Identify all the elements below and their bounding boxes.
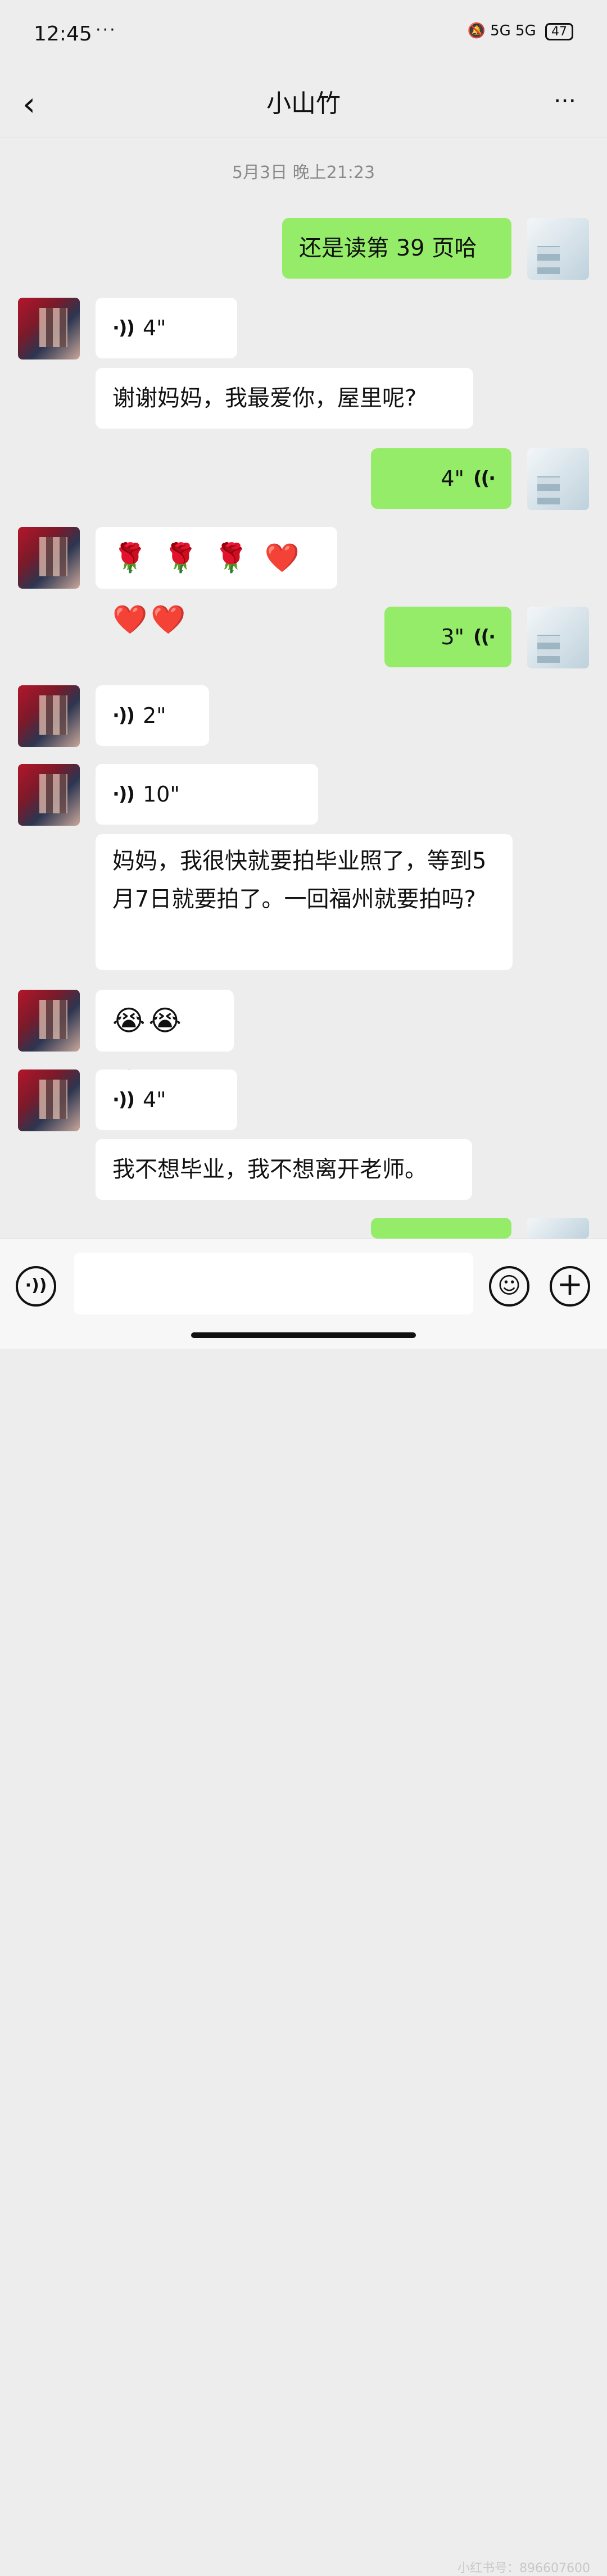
- status-bar: 12:45 ··· 🔕 5G 5G 47: [0, 0, 607, 73]
- voice-input-button[interactable]: ·)): [16, 1266, 56, 1307]
- message-text: 还是读第 39 页哈: [299, 235, 477, 261]
- friend-avatar[interactable]: [18, 990, 80, 1052]
- message-bubble-received[interactable]: 我不想毕业，我不想离开老师。: [96, 1139, 472, 1200]
- voice-message-received[interactable]: ·)) 10": [96, 764, 318, 825]
- message-text: 我不想毕业，我不想离开老师。: [112, 1157, 427, 1182]
- voice-wave-icon: ((·: [473, 467, 496, 490]
- self-avatar[interactable]: [527, 448, 589, 510]
- chat-header: 小山竹 ‹ ···: [0, 73, 607, 138]
- voice-message-received[interactable]: ·)) 2": [96, 685, 209, 746]
- message-bubble-received[interactable]: 妈妈，我很快就要拍毕业照了，等到5月7日就要拍了。一回福州就要拍吗?: [96, 834, 513, 970]
- voice-wave-icon: ·)): [112, 704, 135, 727]
- voice-duration: 3": [441, 625, 464, 649]
- message-input[interactable]: [74, 1253, 473, 1314]
- home-indicator[interactable]: [191, 1332, 416, 1338]
- friend-avatar[interactable]: [18, 298, 80, 359]
- message-text: 妈妈，我很快就要拍毕业照了，等到5月7日就要拍了。一回福州就要拍吗?: [112, 848, 487, 912]
- voice-wave-icon: ·)): [112, 783, 135, 805]
- voice-duration: 4": [143, 1087, 166, 1112]
- more-options-button[interactable]: ···: [545, 84, 585, 124]
- mute-bell-icon: 🔕: [467, 22, 486, 39]
- self-avatar[interactable]: [527, 1218, 589, 1239]
- message-bubble-sent-partial[interactable]: [371, 1218, 511, 1239]
- friend-avatar[interactable]: [18, 685, 80, 747]
- message-bubble-sent[interactable]: 还是读第 39 页哈: [282, 218, 511, 279]
- emoji-text: 🌹 🌹 🌹 ❤️❤️❤️: [112, 541, 303, 636]
- chat-title: 小山竹: [266, 89, 341, 118]
- voice-duration: 4": [441, 466, 464, 491]
- friend-avatar[interactable]: [18, 764, 80, 826]
- voice-wave-icon: ·)): [112, 317, 135, 339]
- voice-duration: 10": [143, 782, 180, 807]
- status-icons: 🔕 5G 5G 47: [467, 22, 573, 40]
- self-avatar[interactable]: [527, 607, 589, 668]
- emoji-button[interactable]: ☺: [489, 1266, 529, 1307]
- emoji-message-received[interactable]: 😭😭😭: [96, 990, 234, 1099]
- voice-message-sent[interactable]: 4" ((·: [371, 448, 511, 509]
- back-button[interactable]: ‹: [22, 84, 62, 124]
- notification-dots-icon: ···: [96, 20, 117, 40]
- self-avatar[interactable]: [527, 218, 589, 280]
- friend-avatar[interactable]: [18, 527, 80, 589]
- voice-duration: 4": [143, 316, 166, 340]
- status-time: 12:45: [34, 22, 92, 45]
- battery-icon: 47: [545, 23, 573, 40]
- voice-message-received[interactable]: ·)) 4": [96, 298, 237, 358]
- network-signal-icon: 5G 5G: [490, 22, 536, 39]
- add-button[interactable]: +: [550, 1266, 590, 1307]
- voice-duration: 2": [143, 703, 166, 728]
- watermark: 小红书号：896607600: [457, 2561, 590, 2575]
- voice-wave-icon: ((·: [473, 626, 496, 648]
- message-bubble-received[interactable]: 谢谢妈妈，我最爱你，屋里呢?: [96, 368, 473, 429]
- emoji-message-received[interactable]: 🌹 🌹 🌹 ❤️❤️❤️: [96, 527, 337, 636]
- message-text: 谢谢妈妈，我最爱你，屋里呢?: [112, 385, 417, 411]
- friend-avatar[interactable]: [18, 1069, 80, 1131]
- voice-message-received[interactable]: ·)) 4": [96, 1069, 237, 1130]
- message-timestamp: 5月3日 晚上21:23: [232, 163, 375, 183]
- voice-message-sent[interactable]: 3" ((·: [384, 607, 511, 667]
- voice-wave-icon: ·)): [112, 1089, 135, 1111]
